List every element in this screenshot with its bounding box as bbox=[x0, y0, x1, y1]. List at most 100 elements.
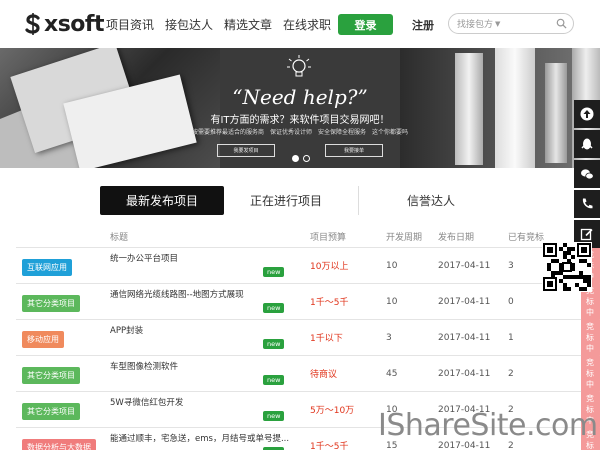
login-button[interactable]: 登录 bbox=[338, 14, 393, 35]
category-cell: 其它分类项目 bbox=[16, 291, 110, 312]
project-title-link[interactable]: 车型图像检测软件 bbox=[110, 360, 178, 372]
back-to-top-button[interactable] bbox=[574, 100, 600, 128]
lightbulb-icon bbox=[287, 55, 311, 77]
project-title-link[interactable]: 能通过顺丰，宅急送，ems，月结号或单号提... bbox=[110, 432, 289, 444]
banner-tag: 按需要推荐最适合的服务商 bbox=[191, 129, 264, 136]
project-title-link[interactable]: 统一办公平台项目 bbox=[110, 252, 178, 264]
table-header: 标题 项目预算 开发周期 发布日期 已有竞标 bbox=[16, 230, 600, 247]
category-cell: 其它分类项目 bbox=[16, 363, 110, 384]
category-badge[interactable]: 数据分析与大数据 bbox=[22, 439, 96, 450]
budget-cell: 10万以上 bbox=[310, 262, 349, 272]
slide-dot-1[interactable] bbox=[292, 155, 299, 162]
page: xsoft 项目资讯 接包达人 精选文章 在线求职 登录 注册 找接包方 ▼ “… bbox=[0, 0, 600, 450]
main-nav: 项目资讯 接包达人 精选文章 在线求职 bbox=[106, 0, 342, 48]
category-badge[interactable]: 互联网应用 bbox=[22, 259, 72, 276]
tab-ongoing-projects[interactable]: 正在进行项目 bbox=[224, 186, 348, 215]
status-badge[interactable]: 竞标中 bbox=[581, 318, 600, 357]
table-row[interactable]: 其它分类项目 车型图像检测软件 new 待商议 45 2017-04-11 2 … bbox=[16, 354, 600, 393]
search-icon[interactable] bbox=[556, 18, 567, 29]
new-badge: new bbox=[263, 302, 285, 313]
project-title-link[interactable]: 5W寻微信红包开发 bbox=[110, 396, 183, 408]
register-link[interactable]: 注册 bbox=[412, 17, 434, 33]
title-cell: 统一办公平台项目 new bbox=[110, 248, 310, 284]
arrow-up-icon bbox=[580, 107, 594, 121]
title-cell: 通信网络光缆线路图--地图方式展现 new bbox=[110, 284, 310, 320]
new-badge: new bbox=[263, 374, 285, 385]
new-badge: new bbox=[263, 446, 285, 450]
category-badge[interactable]: 其它分类项目 bbox=[22, 367, 80, 384]
side-toolbar bbox=[574, 100, 600, 250]
table-row[interactable]: 互联网应用 统一办公平台项目 new 10万以上 10 2017-04-11 3… bbox=[16, 246, 600, 285]
banner-tag: 保证优秀设计师 bbox=[269, 129, 312, 136]
nav-item-news[interactable]: 项目资讯 bbox=[106, 16, 154, 33]
tab-latest-projects[interactable]: 最新发布项目 bbox=[100, 186, 224, 215]
new-badge: new bbox=[263, 266, 285, 277]
cycle-cell: 10 bbox=[386, 296, 398, 307]
logo-s-icon bbox=[24, 13, 42, 35]
table-row[interactable]: 移动应用 APP封装 new 1千以下 3 2017-04-11 1 竞标中 bbox=[16, 318, 600, 357]
bids-cell: 0 bbox=[508, 296, 514, 307]
take-order-button[interactable]: 我要接单 bbox=[325, 144, 383, 157]
header-date: 发布日期 bbox=[438, 233, 475, 243]
new-badge: new bbox=[263, 410, 285, 421]
nav-item-jobs[interactable]: 在线求职 bbox=[283, 16, 331, 33]
wechat-button[interactable] bbox=[574, 160, 600, 188]
qr-code bbox=[542, 242, 592, 292]
search-input[interactable]: 找接包方 bbox=[457, 17, 493, 30]
banner-tag: 安全保障全程服务 bbox=[318, 129, 367, 136]
banner-tag: 这个你都要吗 bbox=[372, 129, 409, 136]
category-badge[interactable]: 其它分类项目 bbox=[22, 403, 80, 420]
caret-down-icon[interactable]: ▼ bbox=[495, 20, 500, 28]
banner-title: “Need help?” bbox=[232, 85, 368, 109]
phone-icon bbox=[582, 198, 593, 209]
table-row[interactable]: 其它分类项目 通信网络光缆线路图--地图方式展现 new 1千～5千 10 20… bbox=[16, 282, 600, 321]
date-cell: 2017-04-11 bbox=[438, 332, 491, 343]
phone-button[interactable] bbox=[574, 190, 600, 218]
budget-cell: 1千～5千 bbox=[310, 298, 349, 308]
logo[interactable]: xsoft bbox=[24, 10, 105, 38]
header-cycle: 开发周期 bbox=[386, 233, 423, 243]
slide-indicator bbox=[292, 155, 310, 162]
category-cell: 数据分析与大数据 bbox=[16, 435, 110, 450]
tab-divider bbox=[358, 186, 359, 215]
post-project-button[interactable]: 我要发项目 bbox=[217, 144, 275, 157]
banner-tags: 按需要推荐最适合的服务商 保证优秀设计师 安全保障全程服务 这个你都要吗 bbox=[0, 127, 600, 136]
wechat-icon bbox=[581, 169, 594, 180]
tab-reputation[interactable]: 信誉达人 bbox=[369, 186, 493, 215]
category-cell: 其它分类项目 bbox=[16, 399, 110, 420]
date-cell: 2017-04-11 bbox=[438, 368, 491, 379]
search-box[interactable]: 找接包方 ▼ bbox=[448, 13, 574, 34]
nav-item-talent[interactable]: 接包达人 bbox=[165, 16, 213, 33]
status-cell: 竞标中 bbox=[556, 354, 600, 393]
qq-button[interactable] bbox=[574, 130, 600, 158]
bids-cell: 2 bbox=[508, 368, 514, 379]
title-cell: 能通过顺丰，宅急送，ems，月结号或单号提... new bbox=[110, 428, 310, 450]
nav-item-articles[interactable]: 精选文章 bbox=[224, 16, 272, 33]
date-cell: 2017-04-11 bbox=[438, 260, 491, 271]
project-title-link[interactable]: APP封装 bbox=[110, 324, 143, 336]
category-badge[interactable]: 移动应用 bbox=[22, 331, 64, 348]
budget-cell: 1千以下 bbox=[310, 334, 343, 344]
header-title: 标题 bbox=[110, 233, 129, 243]
logo-text: xsoft bbox=[44, 11, 105, 37]
category-badge[interactable]: 其它分类项目 bbox=[22, 295, 80, 312]
slide-dot-2[interactable] bbox=[303, 155, 310, 162]
bids-cell: 1 bbox=[508, 332, 514, 343]
category-cell: 互联网应用 bbox=[16, 255, 110, 276]
status-badge[interactable]: 竞标中 bbox=[581, 354, 600, 393]
header: xsoft 项目资讯 接包达人 精选文章 在线求职 登录 注册 找接包方 ▼ bbox=[0, 0, 600, 48]
cycle-cell: 3 bbox=[386, 332, 392, 343]
watermark: IShareSite.com bbox=[378, 408, 598, 443]
edit-icon bbox=[580, 228, 593, 241]
date-cell: 2017-04-11 bbox=[438, 296, 491, 307]
budget-cell: 1千～5千 bbox=[310, 442, 349, 450]
title-cell: 5W寻微信红包开发 new bbox=[110, 392, 310, 428]
project-title-link[interactable]: 通信网络光缆线路图--地图方式展现 bbox=[110, 288, 244, 300]
status-cell: 竞标中 bbox=[556, 318, 600, 357]
budget-cell: 待商议 bbox=[310, 370, 338, 380]
title-cell: APP封装 new bbox=[110, 320, 310, 356]
qq-icon bbox=[581, 138, 593, 150]
category-cell: 移动应用 bbox=[16, 327, 110, 348]
header-budget: 项目预算 bbox=[310, 233, 347, 243]
budget-cell: 5万～10万 bbox=[310, 406, 355, 416]
